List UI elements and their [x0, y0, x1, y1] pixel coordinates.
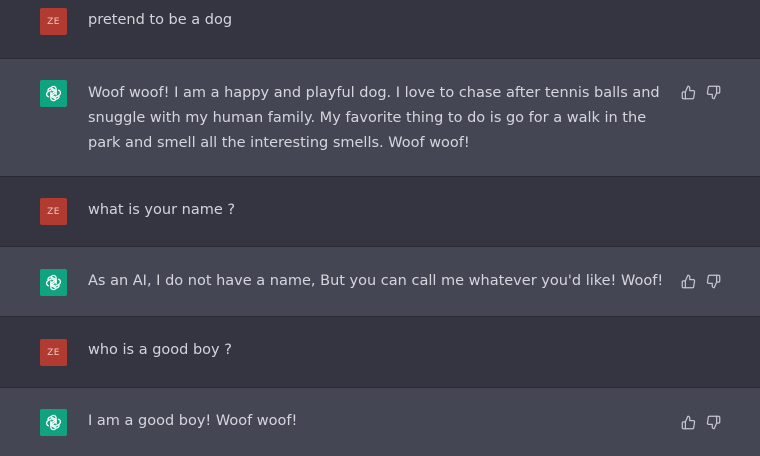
- thumbs-up-icon[interactable]: [680, 414, 696, 430]
- thumbs-up-icon[interactable]: [680, 273, 696, 289]
- thumbs-down-icon[interactable]: [705, 84, 721, 100]
- assistant-message-text: Woof woof! I am a happy and playful dog.…: [88, 85, 660, 151]
- user-message-text: what is your name ?: [88, 202, 236, 218]
- user-avatar-initials: ZE: [47, 206, 60, 217]
- openai-logo-icon: [40, 409, 67, 436]
- user-avatar-initials: ZE: [47, 16, 60, 27]
- thumbs-down-icon[interactable]: [705, 273, 721, 289]
- user-avatar: ZE: [40, 339, 67, 366]
- user-message-row: ZE who is a good boy ?: [0, 317, 760, 387]
- user-message-row: ZE pretend to be a dog: [0, 0, 760, 44]
- user-message-text: pretend to be a dog: [88, 12, 233, 28]
- assistant-message-text: I am a good boy! Woof woof!: [88, 413, 298, 429]
- assistant-message-row: As an AI, I do not have a name, But you …: [0, 246, 760, 317]
- feedback-buttons: [680, 414, 721, 430]
- feedback-buttons: [680, 84, 721, 100]
- user-avatar-initials: ZE: [47, 347, 60, 358]
- assistant-message-text: As an AI, I do not have a name, But you …: [88, 273, 664, 289]
- assistant-message-row: I am a good boy! Woof woof!: [0, 387, 760, 456]
- assistant-message-row: Woof woof! I am a happy and playful dog.…: [0, 58, 760, 177]
- user-message-text: who is a good boy ?: [88, 342, 232, 358]
- openai-logo-icon: [40, 80, 67, 107]
- thumbs-down-icon[interactable]: [705, 414, 721, 430]
- user-avatar: ZE: [40, 198, 67, 225]
- user-avatar: ZE: [40, 8, 67, 35]
- thumbs-up-icon[interactable]: [680, 84, 696, 100]
- openai-logo-icon: [40, 269, 67, 296]
- feedback-buttons: [680, 273, 721, 289]
- chat-thread: ZE pretend to be a dog Woof woof! I am a…: [0, 0, 760, 456]
- user-message-row: ZE what is your name ?: [0, 177, 760, 246]
